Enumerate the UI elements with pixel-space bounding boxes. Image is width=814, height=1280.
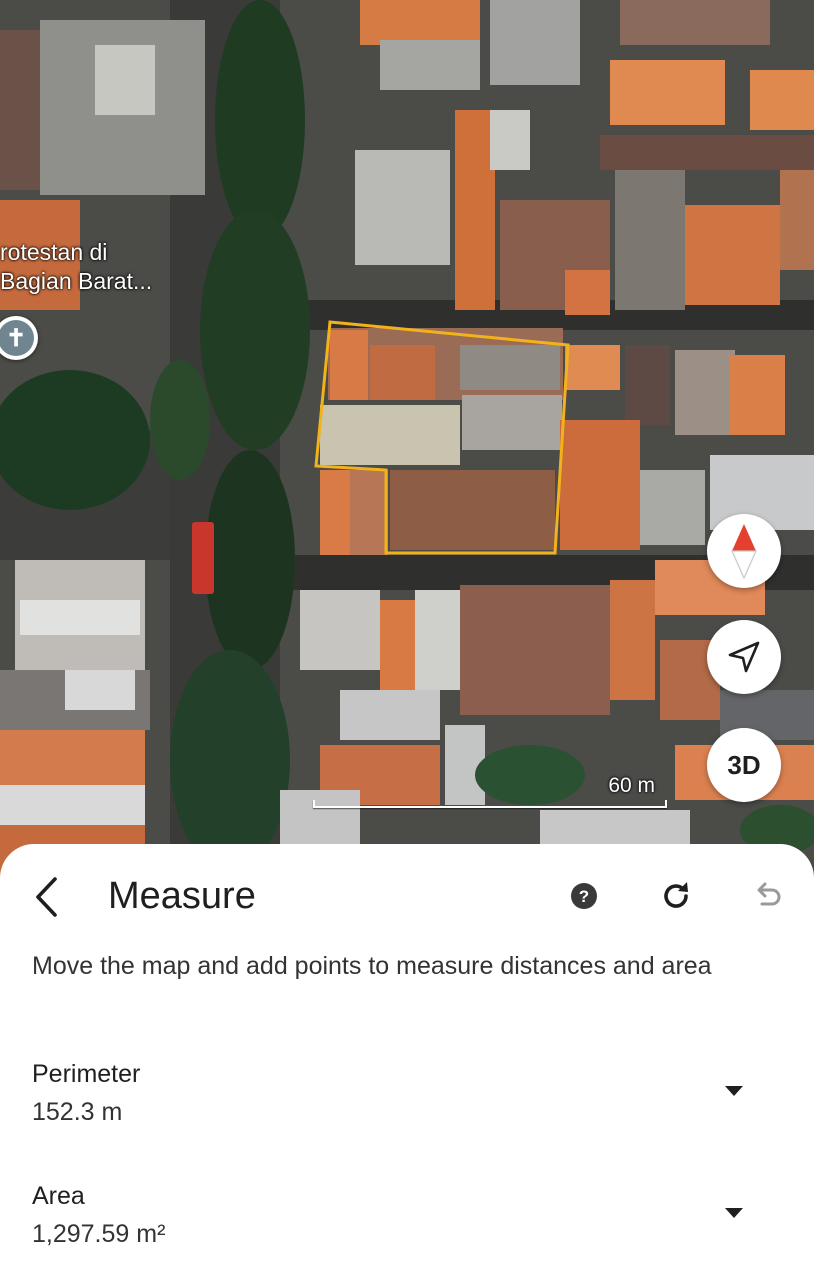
perimeter-unit-dropdown-icon[interactable] [724, 1084, 744, 1098]
scale-bar: 60 m [313, 774, 667, 808]
sheet-header: Measure ? [0, 844, 814, 948]
satellite-map[interactable]: rotestan di Bagian Barat... ✝ 3D 60 m [0, 0, 814, 880]
satellite-imagery [0, 0, 814, 880]
place-label-line2: Bagian Barat... [0, 268, 153, 294]
3d-label: 3D [727, 749, 761, 780]
3d-button[interactable]: 3D [707, 728, 781, 802]
perimeter-value: 152.3 m [32, 1098, 123, 1126]
help-icon: ? [571, 883, 597, 909]
instructions-text: Move the map and add points to measure d… [32, 952, 712, 980]
compass-icon [731, 524, 757, 580]
help-button[interactable]: ? [562, 874, 606, 918]
compass-button[interactable] [707, 514, 781, 588]
svg-text:?: ? [579, 887, 589, 906]
refresh-icon [664, 882, 688, 908]
undo-button[interactable] [746, 874, 790, 918]
page-title: Measure [108, 875, 256, 917]
my-location-button[interactable] [707, 620, 781, 694]
place-label[interactable]: rotestan di Bagian Barat... [0, 238, 152, 296]
navigation-arrow-icon [728, 641, 760, 673]
measure-sheet: Measure ? Move the map and add points to… [0, 844, 814, 1280]
undo-icon [757, 882, 781, 906]
area-value: 1,297.59 m² [32, 1220, 166, 1248]
chevron-left-icon [36, 877, 57, 917]
back-button[interactable] [24, 872, 68, 922]
scale-label: 60 m [608, 774, 655, 797]
area-section: Area 1,297.59 m² [32, 1180, 772, 1250]
area-unit-dropdown-icon[interactable] [724, 1206, 744, 1220]
reset-button[interactable] [654, 874, 698, 918]
perimeter-label: Perimeter [32, 1060, 141, 1088]
cross-icon: ✝ [0, 320, 34, 356]
area-label: Area [32, 1182, 85, 1210]
perimeter-section: Perimeter 152.3 m [32, 1058, 772, 1128]
place-label-line1: rotestan di [0, 239, 108, 265]
scale-line [313, 800, 667, 808]
